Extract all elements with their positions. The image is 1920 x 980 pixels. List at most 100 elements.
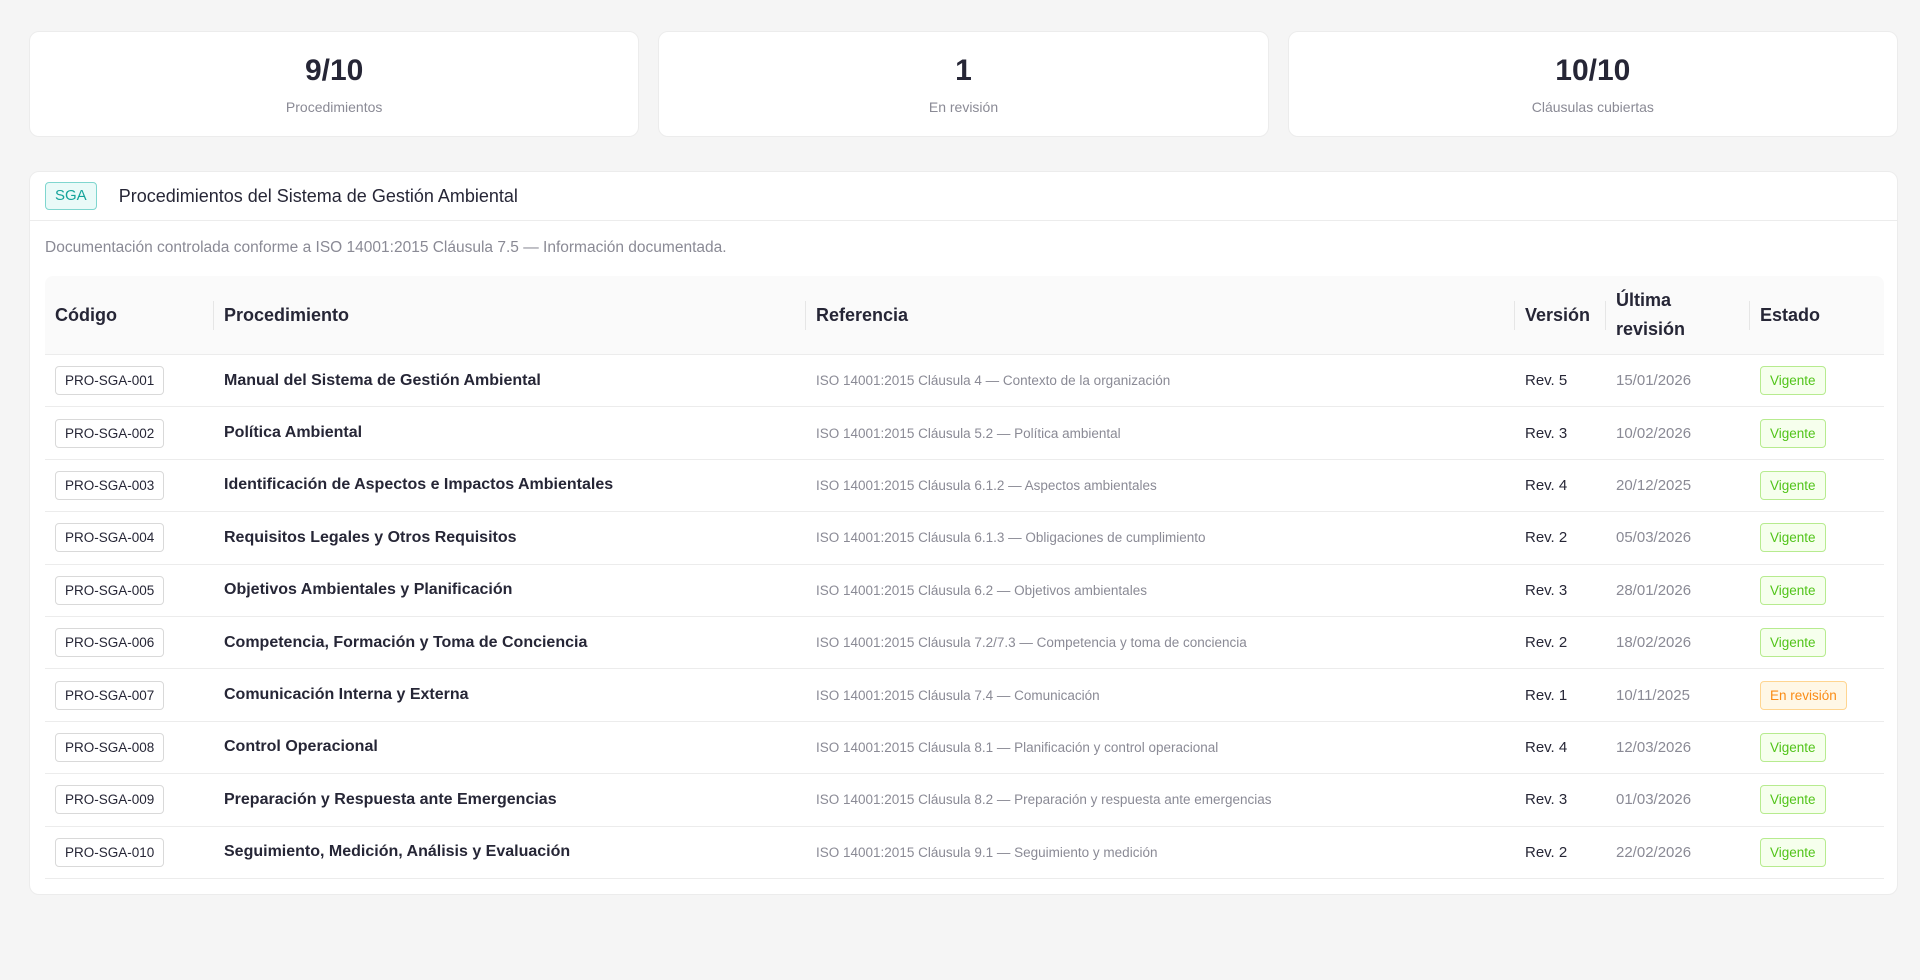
cell-last-revision: 20/12/2025 <box>1606 477 1750 494</box>
revision-date: 10/02/2026 <box>1616 424 1692 442</box>
cell-reference: ISO 14001:2015 Cláusula 8.2 — Preparació… <box>806 792 1515 807</box>
version-text: Rev. 3 <box>1525 791 1568 809</box>
procedure-name[interactable]: Control Operacional <box>224 738 378 756</box>
cell-status: Vigente <box>1750 628 1884 658</box>
procedure-name[interactable]: Objetivos Ambientales y Planificación <box>224 581 512 599</box>
code-badge: PRO-SGA-004 <box>55 523 165 553</box>
status-badge: Vigente <box>1760 785 1826 815</box>
version-text: Rev. 2 <box>1525 529 1568 547</box>
header-procedure[interactable]: Procedimiento <box>214 276 806 354</box>
header-code[interactable]: Código <box>45 276 214 354</box>
version-text: Rev. 3 <box>1525 581 1568 599</box>
sga-tag: SGA <box>45 182 97 210</box>
status-badge: Vigente <box>1760 470 1826 500</box>
revision-date: 20/12/2025 <box>1616 476 1692 494</box>
cell-reference: ISO 14001:2015 Cláusula 6.1.3 — Obligaci… <box>806 530 1515 545</box>
procedure-name[interactable]: Política Ambiental <box>224 424 362 442</box>
stat-label: Procedimientos <box>285 99 383 115</box>
cell-reference: ISO 14001:2015 Cláusula 7.4 — Comunicaci… <box>806 688 1515 703</box>
cell-code: PRO-SGA-006 <box>45 628 214 658</box>
status-badge: En revisión <box>1760 680 1847 710</box>
stat-value: 10/10 <box>1555 54 1631 87</box>
cell-procedure: Comunicación Interna y Externa <box>214 686 806 704</box>
reference-text: ISO 14001:2015 Cláusula 6.1.3 — Obligaci… <box>816 530 1206 546</box>
procedure-name[interactable]: Manual del Sistema de Gestión Ambiental <box>224 372 541 390</box>
reference-text: ISO 14001:2015 Cláusula 6.1.2 — Aspectos… <box>816 477 1157 493</box>
procedure-name[interactable]: Identificación de Aspectos e Impactos Am… <box>224 476 613 494</box>
reference-text: ISO 14001:2015 Cláusula 7.2/7.3 — Compet… <box>816 635 1247 651</box>
stat-label: Cláusulas cubiertas <box>1531 99 1654 115</box>
cell-code: PRO-SGA-010 <box>45 837 214 867</box>
header-last-revision[interactable]: Última revisión <box>1606 276 1750 354</box>
table-row[interactable]: PRO-SGA-001 Manual del Sistema de Gestió… <box>45 355 1884 408</box>
status-badge: Vigente <box>1760 628 1826 658</box>
cell-status: Vigente <box>1750 837 1884 867</box>
status-badge: Vigente <box>1760 575 1826 605</box>
stats-bar: 9/10 Procedimientos 1 En revisión 10/10 … <box>29 31 1898 137</box>
cell-procedure: Seguimiento, Medición, Análisis y Evalua… <box>214 843 806 861</box>
reference-text: ISO 14001:2015 Cláusula 4 — Contexto de … <box>816 373 1171 389</box>
status-badge: Vigente <box>1760 837 1826 867</box>
stat-value: 9/10 <box>304 54 364 87</box>
status-badge: Vigente <box>1760 418 1826 448</box>
status-badge: Vigente <box>1760 732 1826 762</box>
cell-reference: ISO 14001:2015 Cláusula 6.1.2 — Aspectos… <box>806 478 1515 493</box>
cell-last-revision: 10/02/2026 <box>1606 425 1750 442</box>
procedure-name[interactable]: Requisitos Legales y Otros Requisitos <box>224 529 517 547</box>
cell-procedure: Política Ambiental <box>214 424 806 442</box>
cell-code: PRO-SGA-008 <box>45 732 214 762</box>
reference-text: ISO 14001:2015 Cláusula 6.2 — Objetivos … <box>816 582 1147 598</box>
procedure-name[interactable]: Seguimiento, Medición, Análisis y Evalua… <box>224 843 570 861</box>
procedure-name[interactable]: Competencia, Formación y Toma de Concien… <box>224 634 587 652</box>
cell-version: Rev. 4 <box>1515 739 1606 756</box>
revision-date: 22/02/2026 <box>1616 843 1692 861</box>
table-row[interactable]: PRO-SGA-006 Competencia, Formación y Tom… <box>45 617 1884 670</box>
table-row[interactable]: PRO-SGA-002 Política Ambiental ISO 14001… <box>45 407 1884 460</box>
cell-last-revision: 05/03/2026 <box>1606 529 1750 546</box>
cell-reference: ISO 14001:2015 Cláusula 8.1 — Planificac… <box>806 740 1515 755</box>
version-text: Rev. 2 <box>1525 634 1568 652</box>
stat-card-clauses: 10/10 Cláusulas cubiertas <box>1287 31 1898 137</box>
table-row[interactable]: PRO-SGA-009 Preparación y Respuesta ante… <box>45 774 1884 827</box>
version-text: Rev. 3 <box>1525 424 1568 442</box>
header-version[interactable]: Versión <box>1515 276 1606 354</box>
table-row[interactable]: PRO-SGA-005 Objetivos Ambientales y Plan… <box>45 565 1884 617</box>
version-text: Rev. 4 <box>1525 476 1568 494</box>
cell-version: Rev. 2 <box>1515 844 1606 861</box>
table-row[interactable]: PRO-SGA-010 Seguimiento, Medición, Análi… <box>45 827 1884 879</box>
stat-card-in-review: 1 En revisión <box>658 31 1269 137</box>
status-badge: Vigente <box>1760 366 1826 396</box>
cell-procedure: Control Operacional <box>214 738 806 756</box>
cell-version: Rev. 3 <box>1515 425 1606 442</box>
cell-code: PRO-SGA-002 <box>45 418 214 448</box>
cell-status: Vigente <box>1750 523 1884 553</box>
table-row[interactable]: PRO-SGA-008 Control Operacional ISO 1400… <box>45 722 1884 775</box>
code-badge: PRO-SGA-010 <box>55 837 165 867</box>
header-reference[interactable]: Referencia <box>806 276 1515 354</box>
revision-date: 10/11/2025 <box>1616 686 1690 704</box>
procedure-name[interactable]: Preparación y Respuesta ante Emergencias <box>224 791 557 809</box>
code-badge: PRO-SGA-009 <box>55 785 165 815</box>
revision-date: 12/03/2026 <box>1616 738 1692 756</box>
code-badge: PRO-SGA-006 <box>55 628 165 658</box>
cell-code: PRO-SGA-009 <box>45 785 214 815</box>
cell-status: Vigente <box>1750 366 1884 396</box>
cell-last-revision: 12/03/2026 <box>1606 739 1750 756</box>
cell-procedure: Competencia, Formación y Toma de Concien… <box>214 634 806 652</box>
table-row[interactable]: PRO-SGA-003 Identificación de Aspectos e… <box>45 460 1884 513</box>
cell-status: Vigente <box>1750 575 1884 605</box>
reference-text: ISO 14001:2015 Cláusula 7.4 — Comunicaci… <box>816 687 1100 703</box>
procedures-table: Código Procedimiento Referencia Versión … <box>45 276 1884 879</box>
table-body: PRO-SGA-001 Manual del Sistema de Gestió… <box>45 355 1884 879</box>
cell-code: PRO-SGA-001 <box>45 366 214 396</box>
code-badge: PRO-SGA-001 <box>55 366 165 396</box>
procedure-name[interactable]: Comunicación Interna y Externa <box>224 686 469 704</box>
cell-reference: ISO 14001:2015 Cláusula 6.2 — Objetivos … <box>806 583 1515 598</box>
table-row[interactable]: PRO-SGA-004 Requisitos Legales y Otros R… <box>45 512 1884 565</box>
cell-last-revision: 01/03/2026 <box>1606 791 1750 808</box>
header-status[interactable]: Estado <box>1750 276 1884 354</box>
cell-reference: ISO 14001:2015 Cláusula 9.1 — Seguimient… <box>806 845 1515 860</box>
cell-status: Vigente <box>1750 785 1884 815</box>
panel-description: Documentación controlada conforme a ISO … <box>45 239 727 256</box>
table-row[interactable]: PRO-SGA-007 Comunicación Interna y Exter… <box>45 669 1884 722</box>
